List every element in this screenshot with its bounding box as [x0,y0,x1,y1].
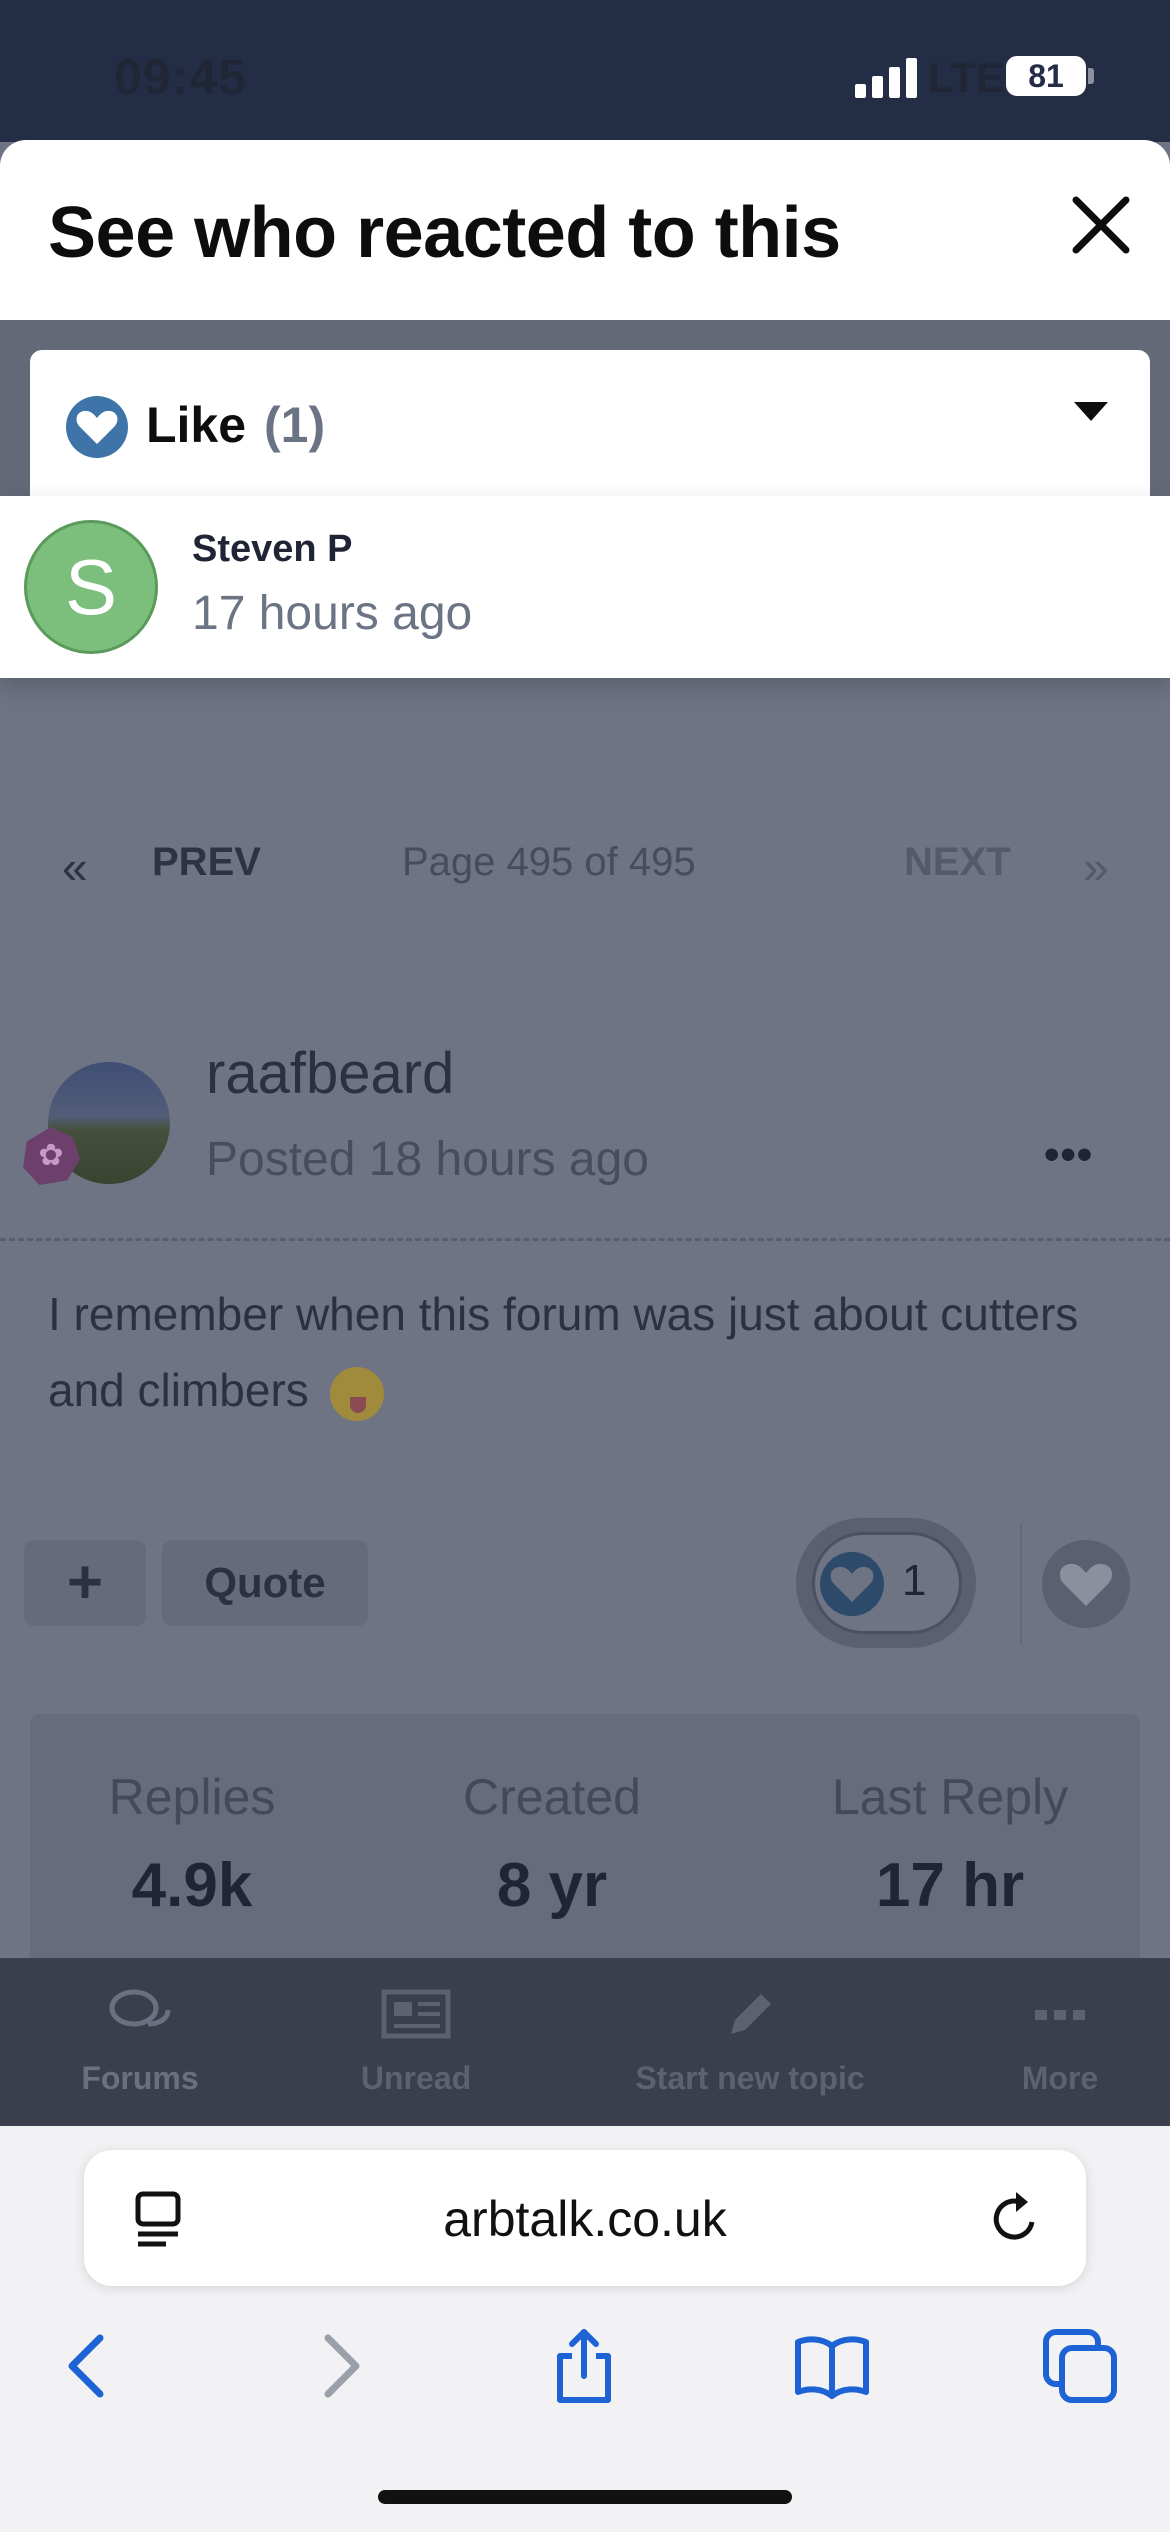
share-icon[interactable] [544,2326,624,2406]
reactor-row[interactable] [0,496,1170,678]
stat-label-created: Created [463,1769,641,1825]
prev-arrows-icon[interactable]: « [62,840,88,894]
reactor-avatar[interactable]: S [24,520,158,654]
stat-label-replies: Replies [108,1769,276,1825]
tab-more-label: More [1021,2060,1099,2096]
close-icon[interactable] [1068,192,1134,258]
tab-start-new-topic[interactable]: Start new topic [620,1958,880,2126]
sheet-title: See who reacted to this [48,193,841,273]
tabs-icon[interactable] [1040,2326,1120,2406]
stat-value-replies: 4.9k [131,1851,253,1920]
bookmarks-icon[interactable] [792,2326,872,2406]
battery-nub [1088,68,1094,84]
tab-unread[interactable]: Unread [316,1958,516,2126]
status-time: 09:45 [114,49,247,105]
post-body: I remember when this forum was just abou… [48,1276,1108,1428]
reload-icon[interactable] [988,2188,1044,2248]
stat-value-created: 8 yr [496,1851,608,1920]
prev-page-link[interactable]: PREV [152,840,261,885]
zany-face-emoji-icon [329,1366,384,1421]
battery-icon: 81 [1006,56,1086,96]
pencil-icon [731,1994,771,2034]
reaction-separator [1020,1524,1022,1644]
post-menu-icon[interactable]: ••• [1044,1130,1093,1180]
tab-forums-label: Forums [81,2060,199,2096]
stat-value-last-reply: 17 hr [875,1851,1025,1920]
post-author-name[interactable]: raafbeard [206,1040,454,1107]
url-text[interactable]: arbtalk.co.uk [84,2190,1086,2248]
reactor-time: 17 hours ago [192,587,473,640]
tab-forums[interactable]: Forums [40,1958,240,2126]
topic-stats [30,1714,1140,1960]
tab-unread-label: Unread [360,2060,472,2096]
reaction-filter-label: Like [146,397,247,453]
reaction-filter-count: (1) [264,397,326,453]
unread-icon [381,1989,451,2039]
heart-icon [66,396,128,458]
reaction-heart-icon [820,1552,884,1616]
battery-level: 81 [1028,58,1064,94]
add-button[interactable]: + [24,1540,146,1626]
signal-icon [855,58,917,98]
next-arrows-icon[interactable]: » [1083,840,1109,894]
tab-start-new-topic-label: Start new topic [635,2060,865,2096]
home-indicator [378,2490,792,2504]
dropdown-caret-icon[interactable] [1074,402,1108,421]
next-page-link[interactable]: NEXT [904,840,1011,885]
post-timestamp: Posted 18 hours ago [206,1133,649,1186]
more-icon [1035,2010,1085,2020]
reactor-name[interactable]: Steven P [192,528,353,571]
post-divider [0,1238,1170,1241]
page-indicator[interactable]: Page 495 of 495 [402,840,696,885]
forward-icon[interactable] [300,2326,380,2406]
post-body-text: I remember when this forum was just abou… [48,1288,1079,1416]
forums-icon [109,1989,171,2027]
reaction-count: 1 [902,1556,927,1605]
quote-button[interactable]: Quote [162,1540,368,1626]
network-type: LTE [928,54,1005,101]
stat-label-last-reply: Last Reply [831,1769,1069,1825]
tab-more[interactable]: More [960,1958,1160,2126]
like-button-heart-icon[interactable] [1042,1540,1130,1628]
back-icon[interactable] [48,2326,128,2406]
